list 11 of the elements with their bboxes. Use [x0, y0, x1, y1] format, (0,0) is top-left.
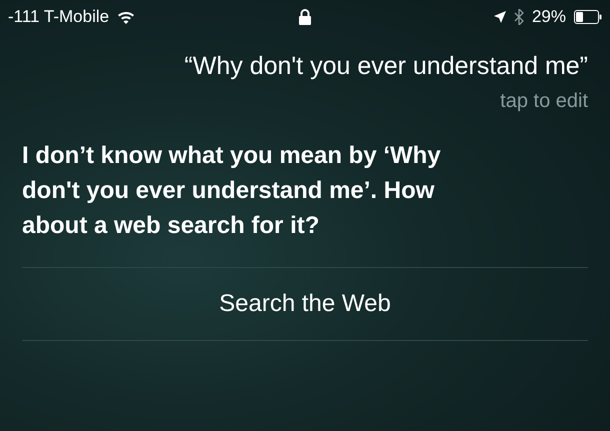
siri-response: I don’t know what you mean by ‘Why don't you ever understand me’. How about a web search for it?	[21, 141, 442, 241]
search-web-button[interactable]: Search the Web	[22, 267, 588, 341]
lock-icon	[298, 9, 312, 25]
battery-percentage: 29%	[532, 6, 566, 28]
battery-icon	[574, 10, 602, 24]
wifi-icon	[117, 10, 136, 24]
tap-to-edit-link[interactable]: tap to edit	[500, 86, 588, 116]
bluetooth-icon	[514, 9, 524, 25]
location-arrow-icon	[494, 11, 506, 23]
carrier-name: -111 T-Mobile	[8, 6, 110, 28]
spoken-query: “Why don't you ever understand me”	[184, 51, 588, 82]
